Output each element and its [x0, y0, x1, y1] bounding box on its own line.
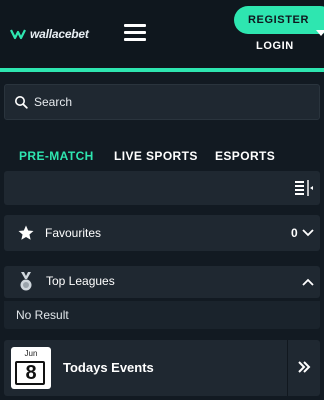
login-link[interactable]: LOGIN	[256, 40, 294, 52]
search-input[interactable]	[34, 95, 294, 109]
tab-esports[interactable]: ESPORTS	[215, 149, 275, 163]
double-chevron-right-icon[interactable]	[297, 360, 311, 374]
events-divider	[287, 340, 288, 396]
no-result-text: No Result	[16, 308, 69, 322]
collapse-list-icon[interactable]	[294, 179, 314, 197]
filter-toolbar	[4, 171, 320, 205]
calendar-icon: Jun 8	[11, 347, 51, 389]
top-leagues-label: Top Leagues	[46, 274, 115, 288]
search-box[interactable]	[4, 84, 320, 120]
tab-live-sports[interactable]: LIVE SPORTS	[114, 149, 198, 163]
calendar-month: Jun	[24, 349, 38, 358]
logo-text: wallacebet	[30, 27, 89, 41]
hamburger-menu-icon[interactable]	[124, 24, 146, 42]
search-icon	[15, 96, 28, 109]
wallacebet-logo[interactable]: wallacebet	[10, 24, 89, 44]
star-icon	[18, 225, 34, 240]
tab-pre-match[interactable]: PRE-MATCH	[19, 149, 94, 163]
app-header: wallacebet REGISTER LOGIN	[0, 0, 324, 68]
top-leagues-empty: No Result	[4, 301, 320, 329]
caret-down-icon[interactable]	[316, 30, 324, 36]
sport-tabs: PRE-MATCH LIVE SPORTS ESPORTS	[0, 145, 324, 165]
todays-events-label: Todays Events	[63, 360, 154, 375]
header-accent-line	[0, 68, 324, 72]
chevron-up-icon[interactable]	[302, 278, 314, 286]
calendar-day: 8	[25, 362, 37, 384]
logo-mark-icon	[10, 29, 26, 40]
todays-events-row[interactable]: Jun 8 Todays Events	[4, 340, 320, 396]
favourites-row[interactable]: Favourites 0	[4, 215, 320, 251]
favourites-label: Favourites	[45, 226, 102, 240]
register-button[interactable]: REGISTER	[234, 6, 324, 34]
chevron-down-icon[interactable]	[302, 229, 314, 237]
medal-icon	[20, 272, 32, 291]
favourites-count: 0	[291, 226, 298, 240]
top-leagues-row[interactable]: Top Leagues	[4, 266, 320, 298]
